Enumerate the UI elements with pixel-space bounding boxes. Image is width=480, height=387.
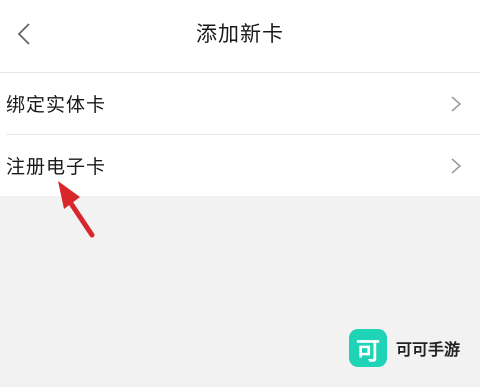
bind-physical-card-item[interactable]: 绑定实体卡: [0, 73, 480, 134]
top-navigation-bar: 添加新卡: [0, 0, 480, 73]
bind-physical-card-label: 绑定实体卡: [6, 94, 107, 116]
watermark: 可 可可手游: [349, 329, 460, 367]
watermark-text: 可可手游: [396, 340, 461, 359]
chevron-right-icon: [451, 95, 462, 112]
red-pointer-arrow: [58, 181, 95, 238]
watermark-logo: 可: [349, 329, 387, 367]
page-title: 添加新卡: [196, 22, 284, 46]
chevron-right-icon: [451, 157, 462, 174]
